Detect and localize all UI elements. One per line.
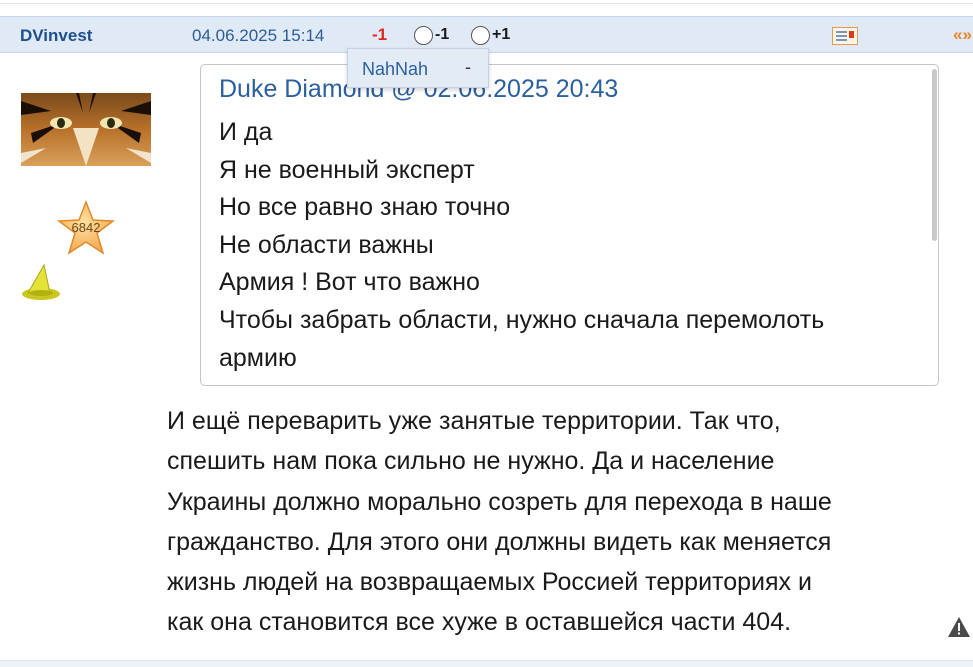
top-divider <box>0 0 973 4</box>
message-icon[interactable] <box>832 27 858 45</box>
body-line: Украины должно морально созреть для пере… <box>167 487 832 516</box>
quote-button[interactable]: «» <box>953 25 972 45</box>
body-line: как она становится все хуже в оставшейся… <box>167 608 792 637</box>
quote-text: И да Я не военный эксперт Но все равно з… <box>219 114 919 377</box>
quote-scrollbar[interactable] <box>932 69 937 241</box>
vote-plus-label: +1 <box>492 26 511 43</box>
quote-line: Но все равно знаю точно <box>219 193 511 222</box>
bottom-divider <box>0 660 973 667</box>
user-avatar[interactable] <box>21 93 151 166</box>
body-line: спешить нам пока сильно не нужно. Да и н… <box>167 447 775 476</box>
post-body: И ещё переварить уже занятые территории.… <box>167 401 967 643</box>
star-count: 6842 <box>71 220 101 235</box>
radio-circle-icon[interactable] <box>414 25 433 45</box>
tooltip-vote-value: - <box>465 57 471 77</box>
tooltip-voter-name[interactable]: NahNah <box>362 59 428 80</box>
radio-circle-icon[interactable] <box>471 25 490 45</box>
vote-minus-label: -1 <box>435 26 450 43</box>
body-line: гражданство. Для этого они должны видеть… <box>167 527 832 556</box>
quote-line: И да <box>219 118 273 146</box>
quote-line: Армия ! Вот что важно <box>219 268 480 297</box>
quote-line: Не области важны <box>219 230 434 259</box>
quote-line: армию <box>219 343 297 372</box>
post-date: 04.06.2025 15:14 <box>192 26 325 45</box>
vote-minus-radio[interactable]: -1 <box>414 24 449 46</box>
quote-line: Я не военный эксперт <box>219 155 475 184</box>
post-rating: -1 <box>372 25 388 44</box>
author-link[interactable]: DVinvest <box>20 26 92 46</box>
wizard-hat-icon <box>22 263 60 300</box>
vote-tooltip: NahNah - <box>347 48 489 88</box>
body-line: жизнь людей на возвращаемых Россией терр… <box>167 568 812 597</box>
vote-plus-radio[interactable]: +1 <box>471 24 510 46</box>
warning-icon[interactable] <box>947 616 971 638</box>
body-line: И ещё переварить уже занятые территории.… <box>167 407 781 435</box>
quote-block: Duke Diamond @ 02.06.2025 20:43 И да Я н… <box>200 64 939 386</box>
quote-line: Чтобы забрать области, нужно сначала пер… <box>219 305 825 334</box>
forum-post: DVinvest 04.06.2025 15:14 -1 -1 +1 «» 68… <box>0 0 973 667</box>
